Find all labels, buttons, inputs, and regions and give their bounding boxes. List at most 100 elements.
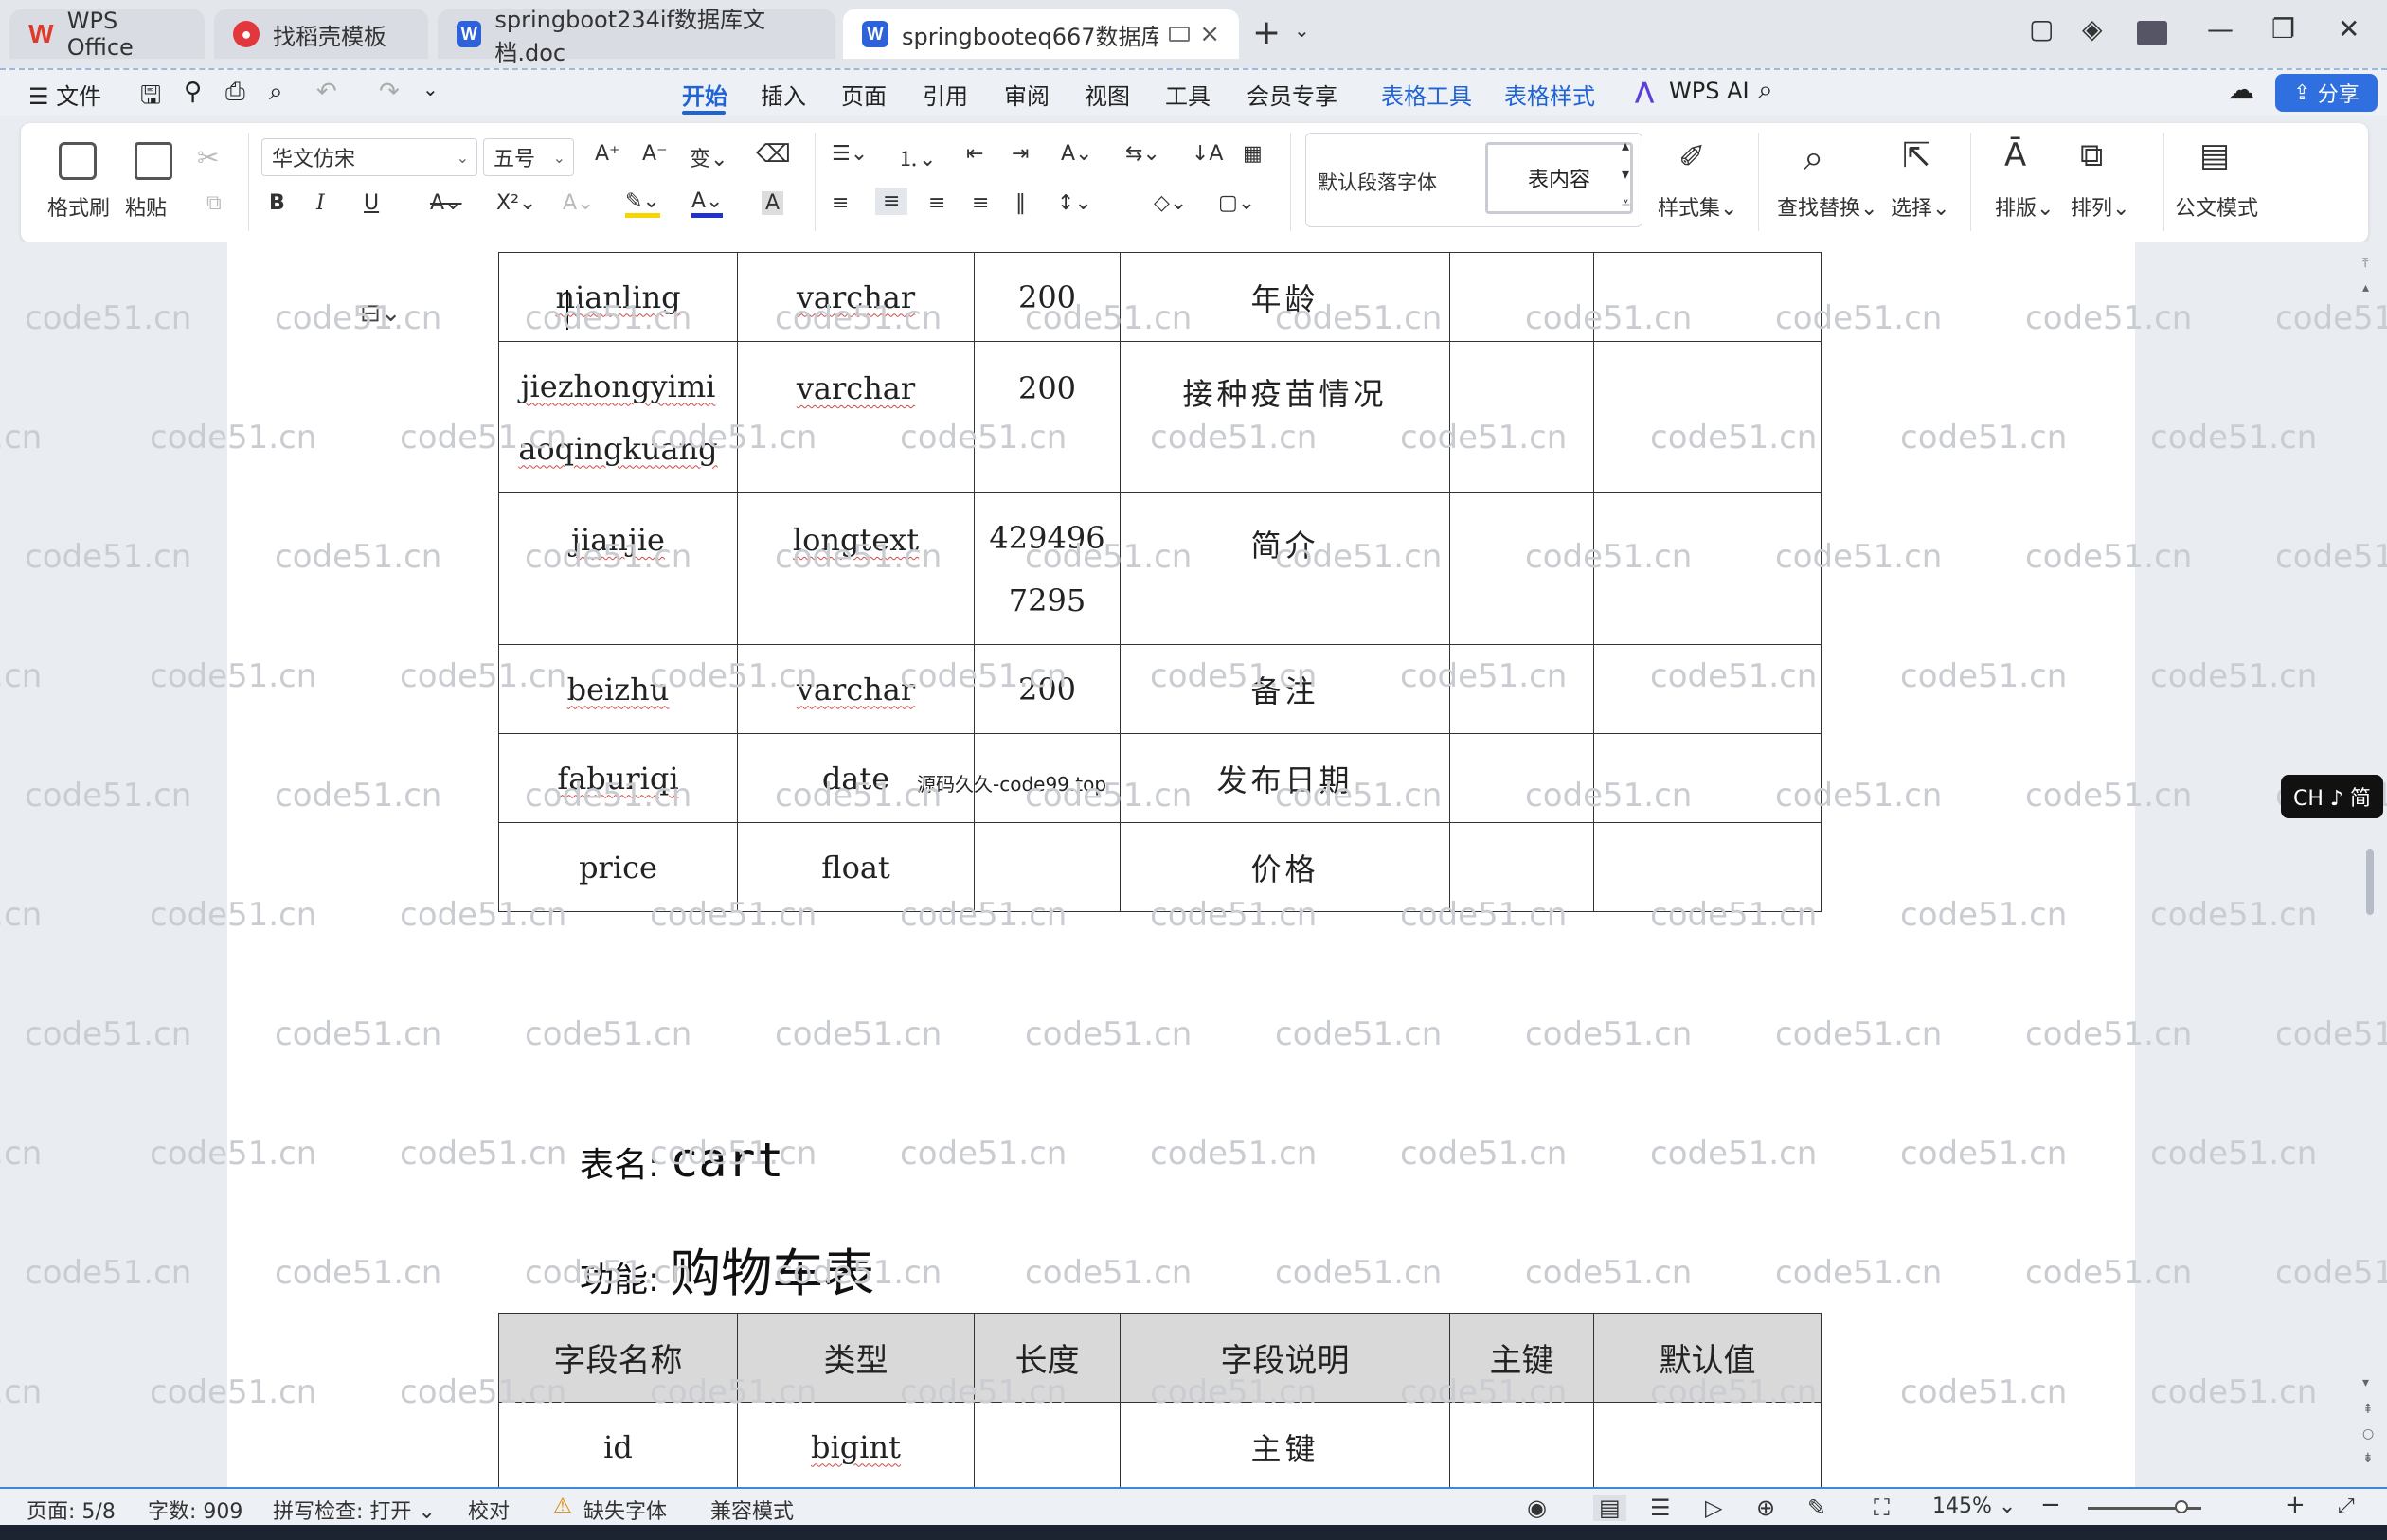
font-size-select[interactable]: 五号 ⌄ — [483, 138, 574, 176]
shading-icon[interactable]: ◇⌄ — [1154, 191, 1187, 215]
page-indicator[interactable]: 页面: 5/8 — [27, 1495, 116, 1525]
fullscreen-icon[interactable]: ⤢ — [2338, 1495, 2355, 1518]
prev-page-icon[interactable]: ⇞ — [2362, 1402, 2374, 1417]
fit-width-icon[interactable]: ⛶ — [1874, 1495, 1890, 1521]
field-length-cell[interactable]: 200 — [974, 252, 1121, 342]
field-pk-cell[interactable] — [1449, 1402, 1594, 1487]
save-icon[interactable]: 🖫 — [140, 78, 161, 119]
column-header[interactable]: 字段名称 — [498, 1313, 738, 1403]
highlight-icon[interactable]: ✎⌄ — [625, 189, 660, 218]
page-view-icon[interactable]: ▤ — [1593, 1495, 1626, 1521]
field-name-cell[interactable]: faburiqi — [498, 733, 738, 823]
underline-button[interactable]: U — [364, 191, 379, 215]
field-name-cell[interactable]: jiezhongyimi aoqingkuang — [498, 341, 738, 493]
line-spacing-icon[interactable]: ↕⌄ — [1057, 191, 1092, 215]
field-name-cell[interactable]: id — [498, 1402, 738, 1487]
field-type-cell[interactable]: longtext — [737, 492, 975, 645]
zoom-level-select[interactable]: 145% ⌄ — [1932, 1495, 2016, 1518]
column-header[interactable]: 主键 — [1449, 1313, 1594, 1403]
tab-document-234if[interactable]: W springboot234if数据库文档.doc — [438, 7, 835, 66]
search-icon[interactable]: ⌕ — [1758, 74, 1773, 106]
print-preview-icon[interactable]: ⌕ — [269, 78, 283, 107]
cut-icon[interactable]: ✂ — [197, 142, 219, 173]
document-page[interactable]: ⊟⌄ nianling varchar 200 年龄 jiezhongyimi a… — [227, 242, 2135, 1487]
field-type-cell[interactable]: varchar — [737, 341, 975, 493]
menu-insert[interactable]: 插入 — [761, 78, 806, 111]
border-icon[interactable]: ▢⌄ — [1218, 191, 1255, 215]
char-shading-icon[interactable]: A — [762, 191, 784, 215]
field-pk-cell[interactable] — [1449, 822, 1594, 912]
italic-button[interactable]: I — [316, 191, 325, 215]
collapse-heading-icon[interactable]: ⊟⌄ — [360, 299, 402, 328]
print-icon[interactable]: ⎙ — [225, 78, 245, 107]
font-name-select[interactable]: 华文仿宋 ⌄ — [261, 138, 477, 176]
scroll-up-icon[interactable]: ▴ — [2362, 280, 2369, 295]
text-direction-icon[interactable]: A⌄ — [1061, 142, 1092, 166]
field-type-cell[interactable]: varchar — [737, 644, 975, 734]
justify-icon[interactable]: ≡ — [972, 191, 989, 215]
next-page-icon[interactable]: ⇟ — [2362, 1451, 2374, 1466]
add-tab-icon[interactable]: + — [1252, 13, 1281, 52]
field-name-cell[interactable]: price — [498, 822, 738, 912]
style-set-button[interactable]: 样式集⌄ — [1658, 191, 1737, 222]
menu-file[interactable]: ☰ 文件 — [28, 78, 101, 111]
undo-icon[interactable]: ↶ — [316, 78, 337, 106]
align-right-icon[interactable]: ≡ — [928, 191, 945, 215]
outline-view-icon[interactable]: ☰ — [1650, 1495, 1671, 1521]
eye-protect-icon[interactable]: ◉ — [1527, 1495, 1547, 1521]
field-length-cell[interactable] — [974, 822, 1121, 912]
menu-view[interactable]: 视图 — [1085, 78, 1130, 111]
window-close-icon[interactable]: ✕ — [2338, 13, 2360, 45]
scrollbar-thumb[interactable] — [2366, 849, 2374, 915]
menu-review[interactable]: 审阅 — [1004, 78, 1050, 111]
column-header[interactable]: 字段说明 — [1120, 1313, 1450, 1403]
style-scroll-up-icon[interactable]: ▴ — [1622, 136, 1629, 154]
zoom-out-icon[interactable]: − — [2040, 1491, 2061, 1519]
window-layout-icon[interactable]: ▢ — [2029, 13, 2054, 45]
official-mode-button[interactable]: 公文模式 — [2175, 191, 2258, 222]
phonetic-icon[interactable]: 变⌄ — [690, 142, 727, 172]
field-desc-cell[interactable]: 备注 — [1120, 644, 1450, 734]
line-break-icon[interactable]: ⇆⌄ — [1125, 142, 1160, 166]
field-pk-cell[interactable] — [1449, 252, 1594, 342]
format-painter-button[interactable]: 格式刷 — [47, 191, 110, 222]
tab-wps-office[interactable]: W WPS Office — [9, 8, 205, 61]
field-default-cell[interactable] — [1593, 1402, 1822, 1487]
menu-member[interactable]: 会员专享 — [1247, 78, 1337, 111]
menu-home[interactable]: 开始 — [682, 78, 727, 111]
bullet-list-icon[interactable]: ☰⌄ — [832, 142, 868, 166]
table-function-line[interactable]: 功能: 购物车表 — [580, 1231, 874, 1306]
style-default-paragraph-font[interactable]: 默认段落字体 — [1318, 168, 1437, 196]
layout-button[interactable]: 排版⌄ — [1995, 191, 2054, 222]
field-name-cell[interactable]: nianling — [498, 252, 738, 342]
arrange-button[interactable]: 排列⌄ — [2071, 191, 2129, 222]
field-default-cell[interactable] — [1593, 341, 1822, 493]
wps-ai-icon[interactable]: ⋀ — [1635, 78, 1654, 104]
field-desc-cell[interactable]: 简介 — [1120, 492, 1450, 645]
font-color-icon[interactable]: A⌄ — [691, 189, 724, 218]
align-left-icon[interactable]: ≡ — [832, 191, 849, 215]
field-default-cell[interactable] — [1593, 822, 1822, 912]
align-center-icon[interactable]: ≡ — [875, 188, 908, 215]
field-pk-cell[interactable] — [1449, 644, 1594, 734]
bold-button[interactable]: B — [269, 191, 285, 215]
tab-docer-templates[interactable]: ● 找稻壳模板 — [214, 9, 428, 59]
avatar[interactable] — [2137, 21, 2167, 45]
field-pk-cell[interactable] — [1449, 492, 1594, 645]
strikethrough-icon[interactable]: A⌄ — [430, 191, 461, 215]
scroll-top-icon[interactable]: ⤒ — [2362, 256, 2368, 271]
missing-font-button[interactable]: 缺失字体 — [583, 1495, 667, 1525]
field-desc-cell[interactable]: 年龄 — [1120, 252, 1450, 342]
superscript-icon[interactable]: X²⌄ — [496, 191, 536, 215]
grow-font-icon[interactable]: A⁺ — [595, 142, 620, 166]
column-header[interactable]: 类型 — [737, 1313, 975, 1403]
proofread-button[interactable]: 校对 — [468, 1495, 510, 1525]
share-link-icon[interactable]: ⚲ — [184, 78, 202, 106]
eraser-icon[interactable]: ⌫ — [756, 140, 791, 169]
field-default-cell[interactable] — [1593, 644, 1822, 734]
field-type-cell[interactable]: float — [737, 822, 975, 912]
cube-icon[interactable]: ◈ — [2082, 13, 2103, 45]
quick-access-more-icon[interactable]: ⌄ — [422, 78, 439, 100]
style-scroll-down-icon[interactable]: ▾ — [1622, 165, 1629, 183]
zoom-in-icon[interactable]: + — [2285, 1491, 2306, 1519]
